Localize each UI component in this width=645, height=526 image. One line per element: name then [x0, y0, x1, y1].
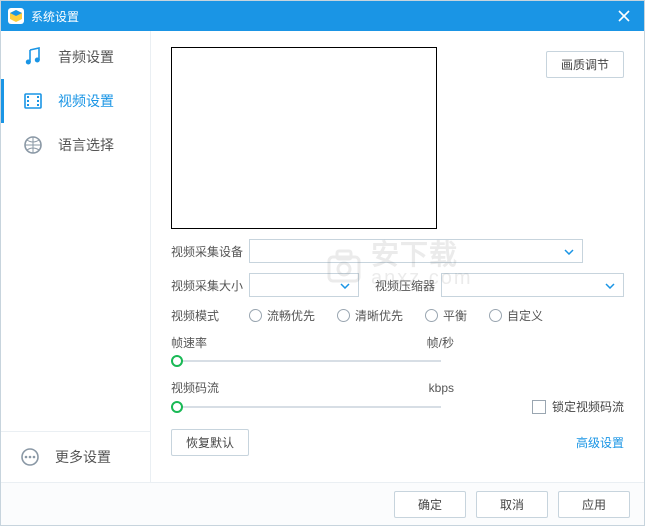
footer: 确定 取消 应用 — [1, 482, 644, 525]
video-preview — [171, 47, 437, 229]
cancel-button[interactable]: 取消 — [476, 491, 548, 518]
mode-option-label: 清晰优先 — [355, 307, 403, 324]
apply-button[interactable]: 应用 — [558, 491, 630, 518]
radio-icon — [425, 309, 438, 322]
mode-option-smooth[interactable]: 流畅优先 — [249, 307, 315, 324]
chevron-down-icon — [605, 278, 615, 292]
chevron-down-icon — [564, 244, 574, 258]
compressor-select[interactable] — [441, 273, 624, 297]
radio-icon — [489, 309, 502, 322]
body: 音频设置 视频设置 — [1, 31, 644, 482]
framerate-unit: 帧/秒 — [427, 334, 454, 351]
radio-icon — [249, 309, 262, 322]
lock-bitrate-checkbox[interactable]: 锁定视频码流 — [532, 398, 624, 415]
film-icon — [22, 90, 44, 112]
bitrate-unit: kbps — [429, 381, 454, 395]
slider-thumb-icon — [171, 401, 183, 413]
radio-icon — [337, 309, 350, 322]
titlebar: 系统设置 — [1, 1, 644, 31]
sidebar-item-language[interactable]: 语言选择 — [1, 123, 150, 167]
quality-button[interactable]: 画质调节 — [546, 51, 624, 78]
chevron-down-icon — [340, 278, 350, 292]
advanced-settings-link[interactable]: 高级设置 — [576, 434, 624, 451]
sidebar-item-label: 更多设置 — [55, 447, 111, 467]
settings-window: 系统设置 音频设置 — [0, 0, 645, 526]
device-select[interactable] — [249, 239, 583, 263]
mode-label: 视频模式 — [171, 307, 249, 324]
mode-option-clear[interactable]: 清晰优先 — [337, 307, 403, 324]
sidebar-item-video[interactable]: 视频设置 — [1, 79, 150, 123]
device-label: 视频采集设备 — [171, 243, 249, 260]
framerate-label: 帧速率 — [171, 334, 249, 351]
ok-button[interactable]: 确定 — [394, 491, 466, 518]
lock-bitrate-label: 锁定视频码流 — [552, 398, 624, 415]
checkbox-icon — [532, 400, 546, 414]
mode-option-custom[interactable]: 自定义 — [489, 307, 543, 324]
close-button[interactable] — [610, 2, 638, 30]
window-title: 系统设置 — [31, 8, 610, 25]
framerate-slider[interactable] — [171, 353, 441, 369]
mode-option-label: 流畅优先 — [267, 307, 315, 324]
sidebar-item-label: 视频设置 — [58, 91, 114, 111]
sidebar-item-audio[interactable]: 音频设置 — [1, 35, 150, 79]
size-label: 视频采集大小 — [171, 277, 249, 294]
app-logo-icon — [7, 7, 25, 25]
bitrate-label: 视频码流 — [171, 379, 249, 396]
bitrate-slider[interactable] — [171, 399, 441, 415]
size-select[interactable] — [249, 273, 359, 297]
slider-thumb-icon — [171, 355, 183, 367]
sidebar-item-more[interactable]: 更多设置 — [1, 431, 150, 482]
sidebar: 音频设置 视频设置 — [1, 31, 151, 482]
sidebar-item-label: 语言选择 — [58, 135, 114, 155]
sidebar-item-label: 音频设置 — [58, 47, 114, 67]
compressor-label: 视频压缩器 — [375, 277, 435, 294]
close-icon — [618, 10, 630, 22]
content-pane: 安下载 anxz.com 画质调节 视频采集设备 — [151, 31, 644, 482]
restore-defaults-button[interactable]: 恢复默认 — [171, 429, 249, 456]
music-note-icon — [22, 46, 44, 68]
globe-icon — [22, 134, 44, 156]
mode-option-label: 平衡 — [443, 307, 467, 324]
mode-option-label: 自定义 — [507, 307, 543, 324]
mode-option-balance[interactable]: 平衡 — [425, 307, 467, 324]
more-icon — [19, 446, 41, 468]
